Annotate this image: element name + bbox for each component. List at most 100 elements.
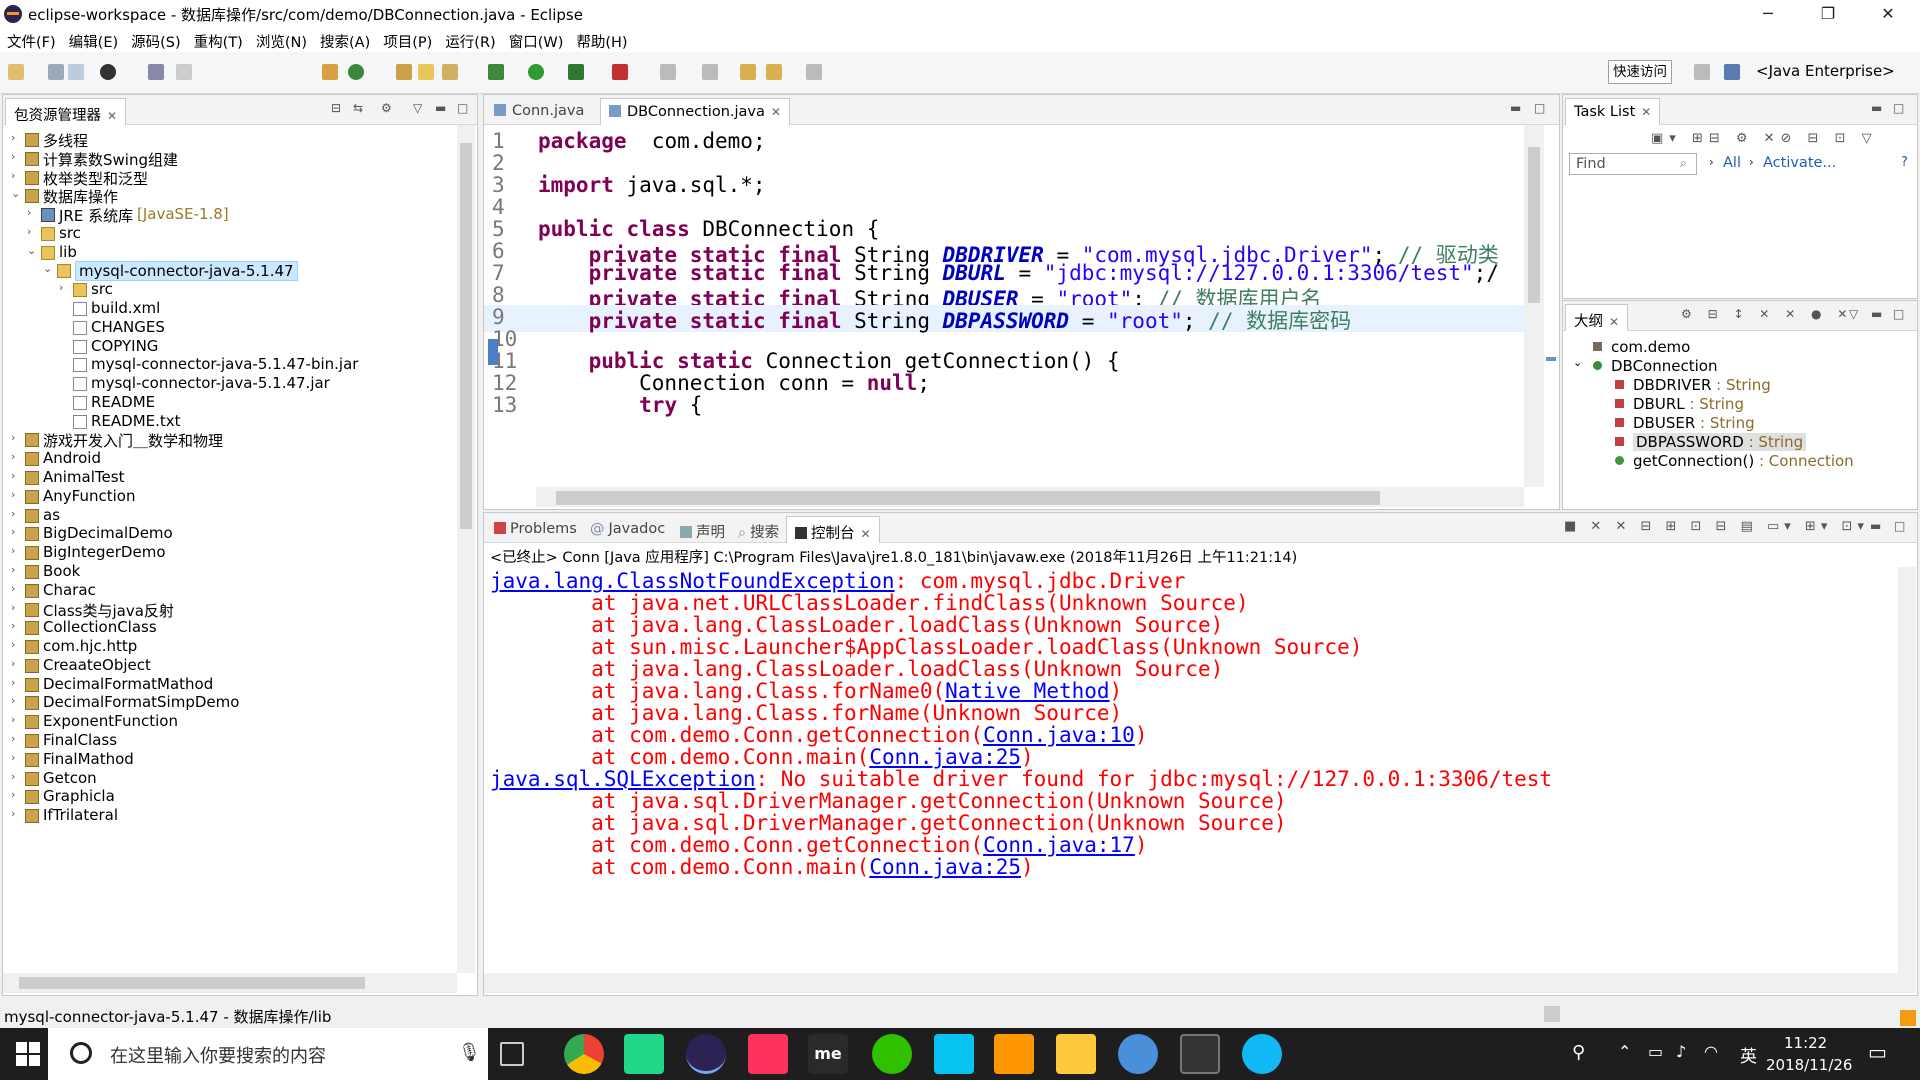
chevron-right-icon[interactable]: ›: [11, 732, 15, 745]
console-output[interactable]: java.lang.ClassNotFoundException: com.my…: [484, 567, 1896, 973]
chevron-right-icon[interactable]: ›: [11, 544, 15, 557]
intellij-icon[interactable]: [748, 1034, 788, 1074]
chevron-right-icon[interactable]: ›: [59, 281, 63, 294]
close-button[interactable]: ✕: [1860, 0, 1916, 28]
view-menu-icon[interactable]: ⚙: [381, 101, 392, 115]
tab-package-explorer[interactable]: 包资源管理器 ✕: [5, 98, 127, 125]
chevron-right-icon[interactable]: ›: [11, 469, 15, 482]
close-icon[interactable]: ✕: [861, 527, 871, 541]
file-explorer-icon[interactable]: [1056, 1034, 1096, 1074]
clock-date[interactable]: 2018/11/26: [1766, 1056, 1852, 1074]
stack-trace-link[interactable]: Native Method: [945, 679, 1109, 703]
chevron-right-icon[interactable]: ›: [11, 638, 15, 651]
chevron-right-icon[interactable]: ›: [11, 751, 15, 764]
tab-outline[interactable]: 大纲 ✕: [1565, 304, 1629, 331]
tab-search[interactable]: ⌕ 搜索: [730, 516, 787, 543]
chevron-right-icon[interactable]: ›: [11, 563, 15, 576]
chevron-right-icon[interactable]: ›: [11, 488, 15, 501]
chevron-right-icon[interactable]: ›: [11, 601, 15, 614]
battery-icon[interactable]: ▭: [1648, 1042, 1663, 1061]
chevron-right-icon[interactable]: ›: [11, 619, 15, 632]
minimize-view-icon[interactable]: ▬: [1871, 101, 1882, 115]
toggle-breakpoint-icon[interactable]: [148, 64, 164, 80]
close-icon[interactable]: ✕: [771, 105, 781, 119]
link-with-editor-icon[interactable]: ⇆: [353, 101, 363, 115]
maximize-view-icon[interactable]: □: [457, 101, 468, 115]
action-center-icon[interactable]: ▭: [1868, 1040, 1887, 1064]
mysql-icon[interactable]: [1180, 1034, 1220, 1074]
chevron-right-icon[interactable]: ›: [27, 206, 31, 219]
maximize-view-icon[interactable]: □: [1893, 101, 1904, 115]
new-icon[interactable]: [8, 64, 24, 80]
activate-link[interactable]: Activate...: [1763, 155, 1836, 171]
menu-run[interactable]: 运行(R): [438, 28, 501, 52]
clock-time[interactable]: 11:22: [1784, 1034, 1827, 1052]
taskbar-search[interactable]: 在这里输入你要搜索的内容 🎙: [48, 1028, 488, 1080]
chevron-down-icon[interactable]: ⌄: [1573, 356, 1582, 369]
new-class-icon[interactable]: [348, 64, 364, 80]
chevron-right-icon[interactable]: ›: [11, 150, 15, 163]
restore-button[interactable]: ❐: [1800, 0, 1856, 28]
chevron-down-icon[interactable]: ⌄: [11, 187, 20, 200]
stack-trace-link[interactable]: Conn.java:17: [983, 833, 1135, 857]
chevron-right-icon[interactable]: ›: [11, 676, 15, 689]
close-icon[interactable]: ✕: [1641, 105, 1651, 119]
package-explorer-vscrollbar[interactable]: [457, 125, 475, 973]
collapse-all-icon[interactable]: ⊟: [331, 101, 341, 115]
scroll-thumb[interactable]: [1528, 147, 1540, 303]
maximize-view-icon[interactable]: □: [1534, 101, 1545, 115]
code-area[interactable]: 1 package com.demo; 2 3 import java.sql.*; 4 5…: [484, 125, 1524, 487]
tab-javadoc[interactable]: @ Javadoc: [582, 516, 673, 543]
scroll-thumb[interactable]: [460, 143, 472, 529]
tab-problems[interactable]: Problems: [486, 516, 585, 543]
scroll-thumb[interactable]: [19, 977, 365, 989]
ime-indicator[interactable]: 英: [1740, 1042, 1757, 1067]
maximize-view-icon[interactable]: □: [1894, 519, 1905, 533]
minimize-view-icon[interactable]: ▬: [1870, 519, 1881, 533]
chevron-right-icon[interactable]: ›: [11, 131, 15, 144]
progress-icon[interactable]: [1544, 1006, 1560, 1022]
java-perspective-icon[interactable]: [1724, 64, 1740, 80]
last-edit-icon[interactable]: [740, 64, 756, 80]
stack-trace-link[interactable]: java.lang.ClassNotFoundException: [490, 569, 895, 593]
chevron-right-icon[interactable]: ›: [11, 713, 15, 726]
save-all-icon[interactable]: [68, 64, 84, 80]
debug-config-icon[interactable]: [488, 64, 504, 80]
menu-window[interactable]: 窗口(W): [502, 28, 570, 52]
open-folder-icon[interactable]: [418, 64, 434, 80]
pycharm-icon[interactable]: [624, 1034, 664, 1074]
close-icon[interactable]: ✕: [1609, 315, 1619, 329]
chrome-icon[interactable]: [564, 1034, 604, 1074]
prev-annotation-icon[interactable]: [702, 64, 718, 80]
open-type-icon[interactable]: [396, 64, 412, 80]
forward-icon[interactable]: [806, 64, 822, 80]
editor-hscrollbar[interactable]: [536, 487, 1524, 507]
chevron-down-icon[interactable]: ▽: [1849, 307, 1858, 321]
menu-navigate[interactable]: 浏览(N): [249, 28, 313, 52]
sublime-icon[interactable]: [994, 1034, 1034, 1074]
skip-breakpoints-icon[interactable]: [176, 64, 192, 80]
menu-search[interactable]: 搜索(A): [313, 28, 376, 52]
minimize-view-icon[interactable]: ▬: [435, 101, 446, 115]
menu-source[interactable]: 源码(S): [124, 28, 187, 52]
chevron-right-icon[interactable]: ›: [11, 525, 15, 538]
chevron-right-icon[interactable]: ›: [11, 788, 15, 801]
close-icon[interactable]: ✕: [107, 109, 117, 123]
stack-trace-link[interactable]: java.sql.SQLException: [490, 767, 756, 791]
people-icon[interactable]: ⚲: [1572, 1042, 1585, 1063]
open-perspective-icon[interactable]: [1694, 64, 1710, 80]
menu-edit[interactable]: 编辑(E): [62, 28, 124, 52]
stack-trace-link[interactable]: Conn.java:25: [869, 745, 1021, 769]
scroll-thumb[interactable]: [556, 491, 1380, 505]
chevron-up-icon[interactable]: ⌃: [1618, 1042, 1631, 1061]
search-icon[interactable]: [442, 64, 458, 80]
stack-trace-link[interactable]: Conn.java:25: [869, 855, 1021, 879]
external-tools-icon[interactable]: [612, 64, 628, 80]
tab-conn-java[interactable]: Conn.java: [486, 98, 592, 125]
code-line[interactable]: 13 try {: [484, 393, 1524, 420]
minimize-button[interactable]: ─: [1740, 0, 1796, 28]
webstorm-icon[interactable]: [934, 1034, 974, 1074]
tab-declaration[interactable]: 声明: [672, 516, 733, 543]
stack-trace-link[interactable]: Conn.java:10: [983, 723, 1135, 747]
console-vscrollbar[interactable]: [1898, 567, 1916, 973]
